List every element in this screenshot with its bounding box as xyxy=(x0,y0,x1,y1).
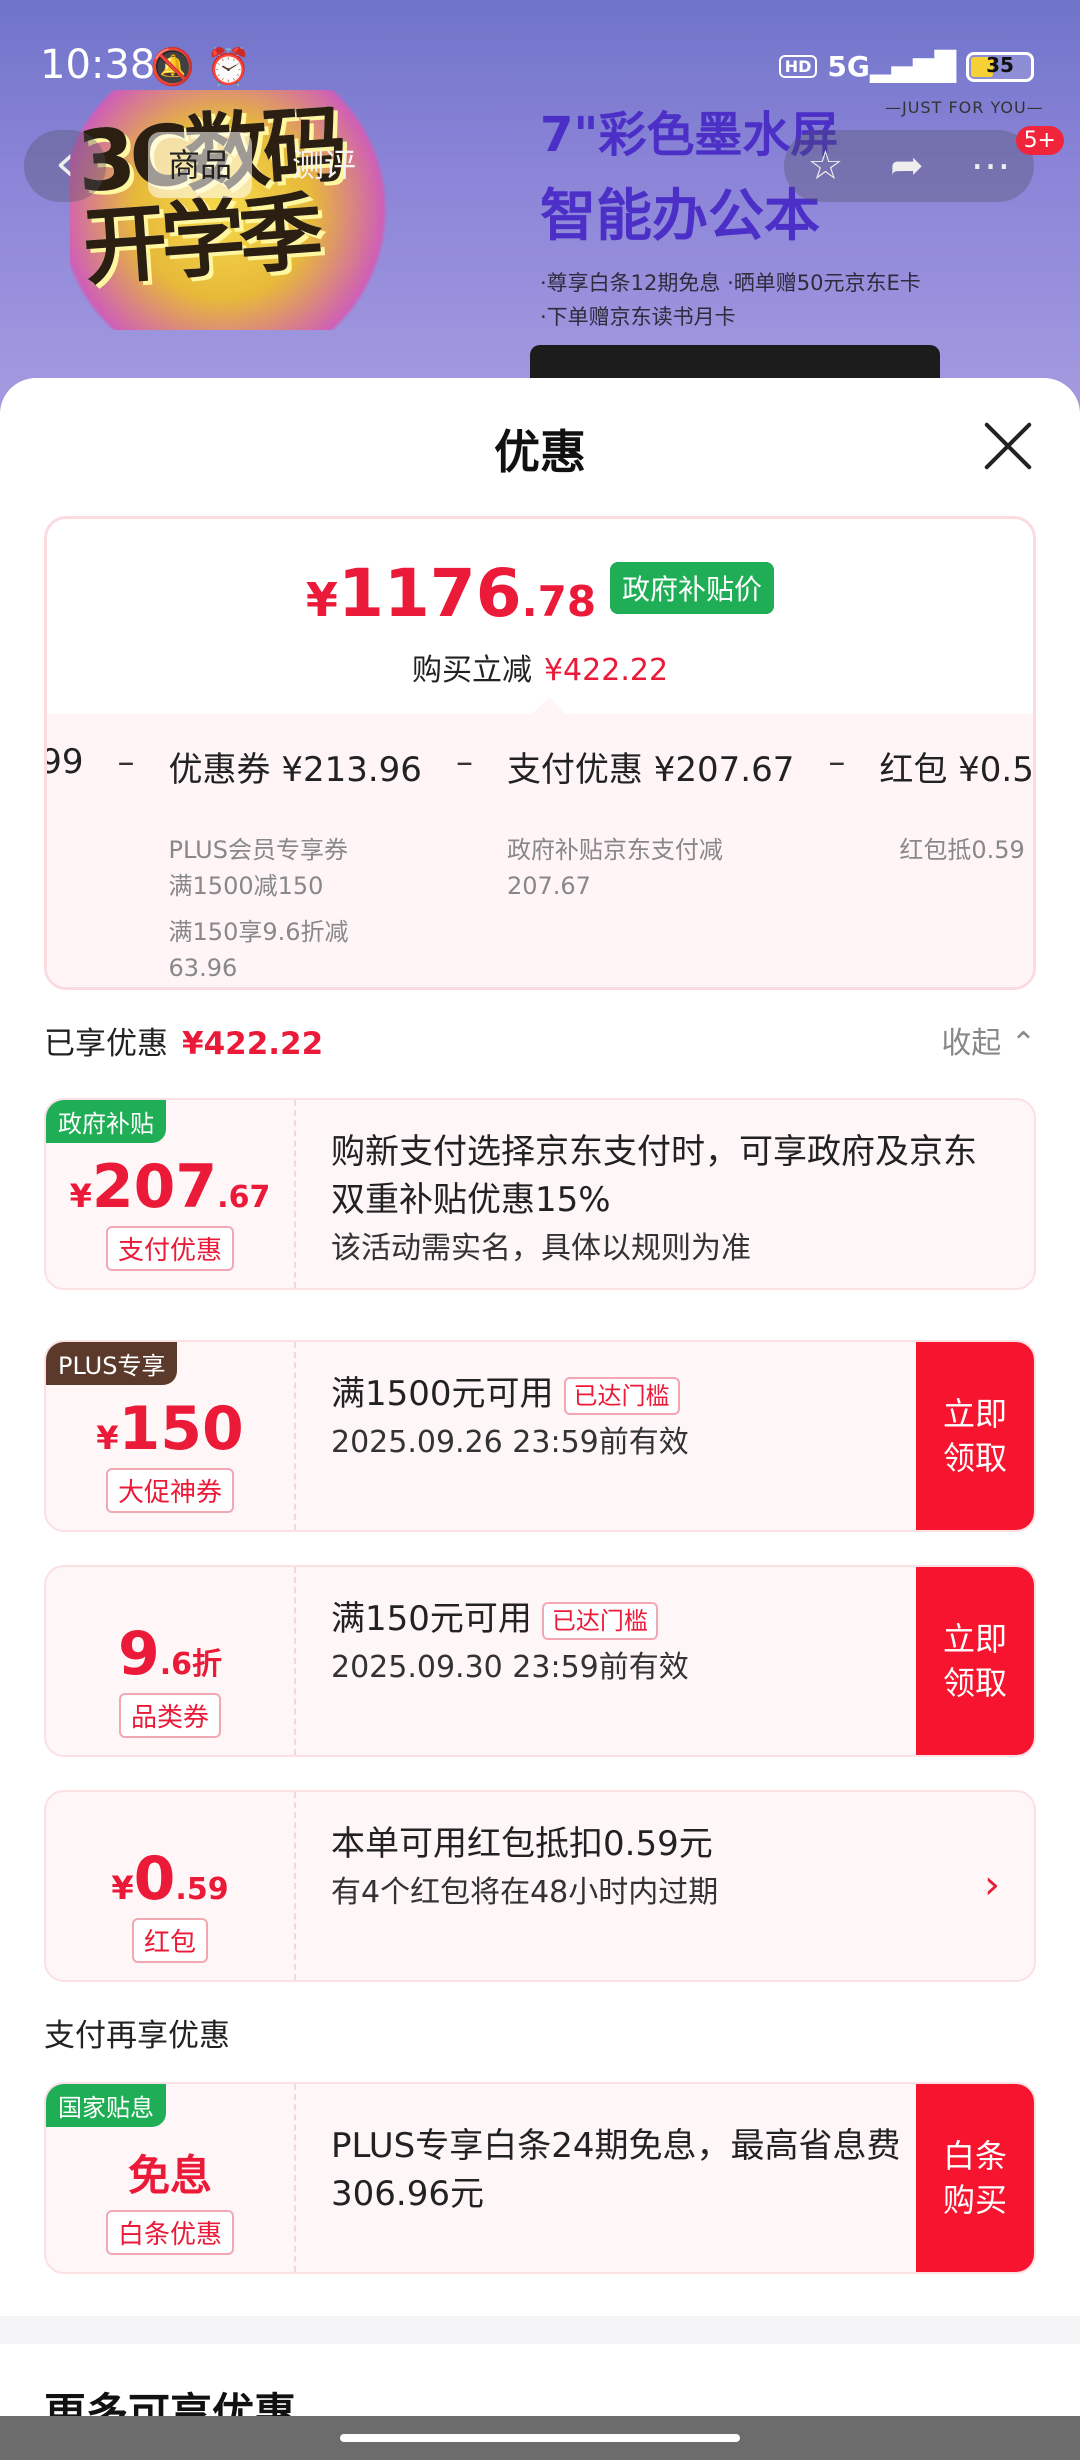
section-divider xyxy=(0,2316,1080,2344)
breakdown-payment: 支付优惠 ¥207.67 政府补贴京东支付减 207.67 xyxy=(506,750,795,900)
alarm-icon: ⏰ xyxy=(206,47,252,88)
baitiao-card: 国家贴息 免息 白条优惠 PLUS专享白条24期免息，最高省息费306.96元 … xyxy=(44,2082,1036,2274)
section-pay-more: 支付再享优惠 xyxy=(44,2018,230,2054)
price-summary: ¥ 1176 .78 政府补贴价 购买立减¥422.22 1599 东价 – 优… xyxy=(44,516,1036,990)
coupon-type: 白条优惠 xyxy=(105,2210,234,2255)
coupon-tag: PLUS专享 xyxy=(46,1342,178,1385)
battery-icon: 35 xyxy=(966,51,1034,82)
red-packet-description: 本单可用红包抵扣0.59元 xyxy=(331,1824,713,1864)
notification-icons: 🔕 ⏰ xyxy=(150,46,251,88)
coupon-card-plus: PLUS专享 ¥150 大促神券 满1500元可用 已达门槛 2025.09.26… xyxy=(44,1340,1036,1532)
coupon-note: 该活动需实名，具体以规则为准 xyxy=(331,1231,751,1266)
coupon-tag: 国家贴息 xyxy=(46,2084,166,2127)
coupon-expiry: 2025.09.30 23:59前有效 xyxy=(331,1650,689,1685)
top-nav: ‹ 商品 测评 ☆ ➦ ⋯ 5+ xyxy=(24,126,1064,206)
interest-free-label: 免息 xyxy=(127,2151,212,2200)
banner-note-2: ·下单赠京东读书月卡 xyxy=(540,305,736,329)
red-packet-expiry-note: 有4个红包将在48小时内过期 xyxy=(331,1875,719,1910)
home-indicator[interactable] xyxy=(340,2434,740,2442)
collapse-toggle[interactable]: 收起 ⌃ xyxy=(941,1018,1036,1062)
total-reduction: 购买立减 ¥422.22 xyxy=(411,653,669,688)
coupon-amount: ¥207.67 xyxy=(69,1152,271,1222)
mute-icon: 🔕 xyxy=(150,47,195,88)
tab-review[interactable]: 测评 xyxy=(272,132,376,198)
claim-coupon-button[interactable]: 立即领取 xyxy=(916,1567,1034,1755)
coupon-description: 购新支付选择京东支付时，可享政府及京东双重补贴优惠15% xyxy=(331,1132,977,1220)
baitiao-description: PLUS专享白条24期免息，最高省息费306.96元 xyxy=(331,2126,901,2214)
back-icon[interactable]: ‹ xyxy=(24,130,106,202)
coupon-condition: 满150元可用 xyxy=(331,1599,532,1639)
coupon-type: 支付优惠 xyxy=(105,1226,234,1271)
hd-icon: HD xyxy=(778,55,818,78)
system-nav-bar xyxy=(0,2416,1080,2460)
system-icons: HD 5G▂▄▆█ 35 xyxy=(778,50,1034,83)
red-packet-card[interactable]: ¥0.59 红包 本单可用红包抵扣0.59元 有4个红包将在48小时内过期 › xyxy=(44,1790,1036,1982)
threshold-reached-badge: 已达门槛 xyxy=(563,1376,680,1415)
baitiao-buy-button[interactable]: 白条购买 xyxy=(916,2084,1034,2272)
signal-icon: 5G▂▄▆█ xyxy=(827,50,956,83)
coupon-expiry: 2025.09.26 23:59前有效 xyxy=(331,1425,689,1460)
tab-product[interactable]: 商品 xyxy=(148,132,253,198)
breakdown-red-packet: 红包 ¥0.59 红包抵0.59 xyxy=(879,750,1034,864)
threshold-reached-badge: 已达门槛 xyxy=(541,1601,658,1640)
gov-subsidy-price-tag: 政府补贴价 xyxy=(610,561,775,614)
chevron-right-icon[interactable]: › xyxy=(984,1862,1000,1908)
final-price: ¥ 1176 .78 政府补贴价 xyxy=(47,555,1033,632)
discount-sheet: 优惠 ¥ 1176 .78 政府补贴价 购买立减¥422.22 1599 东价 … xyxy=(0,378,1080,2460)
coupon-type: 红包 xyxy=(131,1918,208,1963)
chevron-up-icon: ⌃ xyxy=(1010,1026,1036,1061)
nav-actions: ☆ ➦ ⋯ 5+ xyxy=(784,126,1064,202)
share-icon[interactable]: ➦ xyxy=(890,143,924,189)
sheet-title: 优惠 xyxy=(494,425,586,479)
message-badge: 5+ xyxy=(1015,126,1064,155)
coupon-amount: ¥150 xyxy=(96,1394,244,1464)
coupon-card-category: 9.6折 品类券 满150元可用 已达门槛 2025.09.30 23:59前有效… xyxy=(44,1565,1036,1757)
close-icon[interactable] xyxy=(980,418,1036,474)
coupon-amount: 9.6折 xyxy=(117,1619,223,1689)
enjoyed-discount: 已享优惠 ¥422.22 xyxy=(44,1026,324,1062)
favorite-star-icon[interactable]: ☆ xyxy=(807,143,843,189)
battery-level: 35 xyxy=(986,52,1014,77)
coupon-tag: 政府补贴 xyxy=(46,1100,166,1143)
coupon-type: 品类券 xyxy=(118,1693,221,1738)
nav-tabs: 商品 测评 xyxy=(148,132,376,198)
breakdown-original-price: 1599 东价 xyxy=(44,742,84,782)
claim-coupon-button[interactable]: 立即领取 xyxy=(916,1342,1034,1530)
breakdown-coupon: 优惠券 ¥213.96 PLUS会员专享券 满1500减150 满150享9.6… xyxy=(168,750,422,982)
coupon-type: 大促神券 xyxy=(105,1468,234,1513)
price-breakdown: 1599 东价 – 优惠券 ¥213.96 PLUS会员专享券 满1500减15… xyxy=(47,714,1033,987)
status-bar: 10:38 🔕 ⏰ HD 5G▂▄▆█ 35 xyxy=(0,0,1080,135)
coupon-card-payment: 政府补贴 ¥207.67 支付优惠 购新支付选择京东支付时，可享政府及京东双重补… xyxy=(44,1098,1036,1290)
more-icon[interactable]: ⋯ xyxy=(971,143,1011,189)
coupon-condition: 满1500元可用 xyxy=(331,1374,554,1414)
red-packet-amount: ¥0.59 xyxy=(111,1844,229,1914)
clock: 10:38 xyxy=(40,42,156,88)
banner-note-1: ·尊享白条12期免息 ·晒单赠50元京东E卡 xyxy=(540,271,921,295)
